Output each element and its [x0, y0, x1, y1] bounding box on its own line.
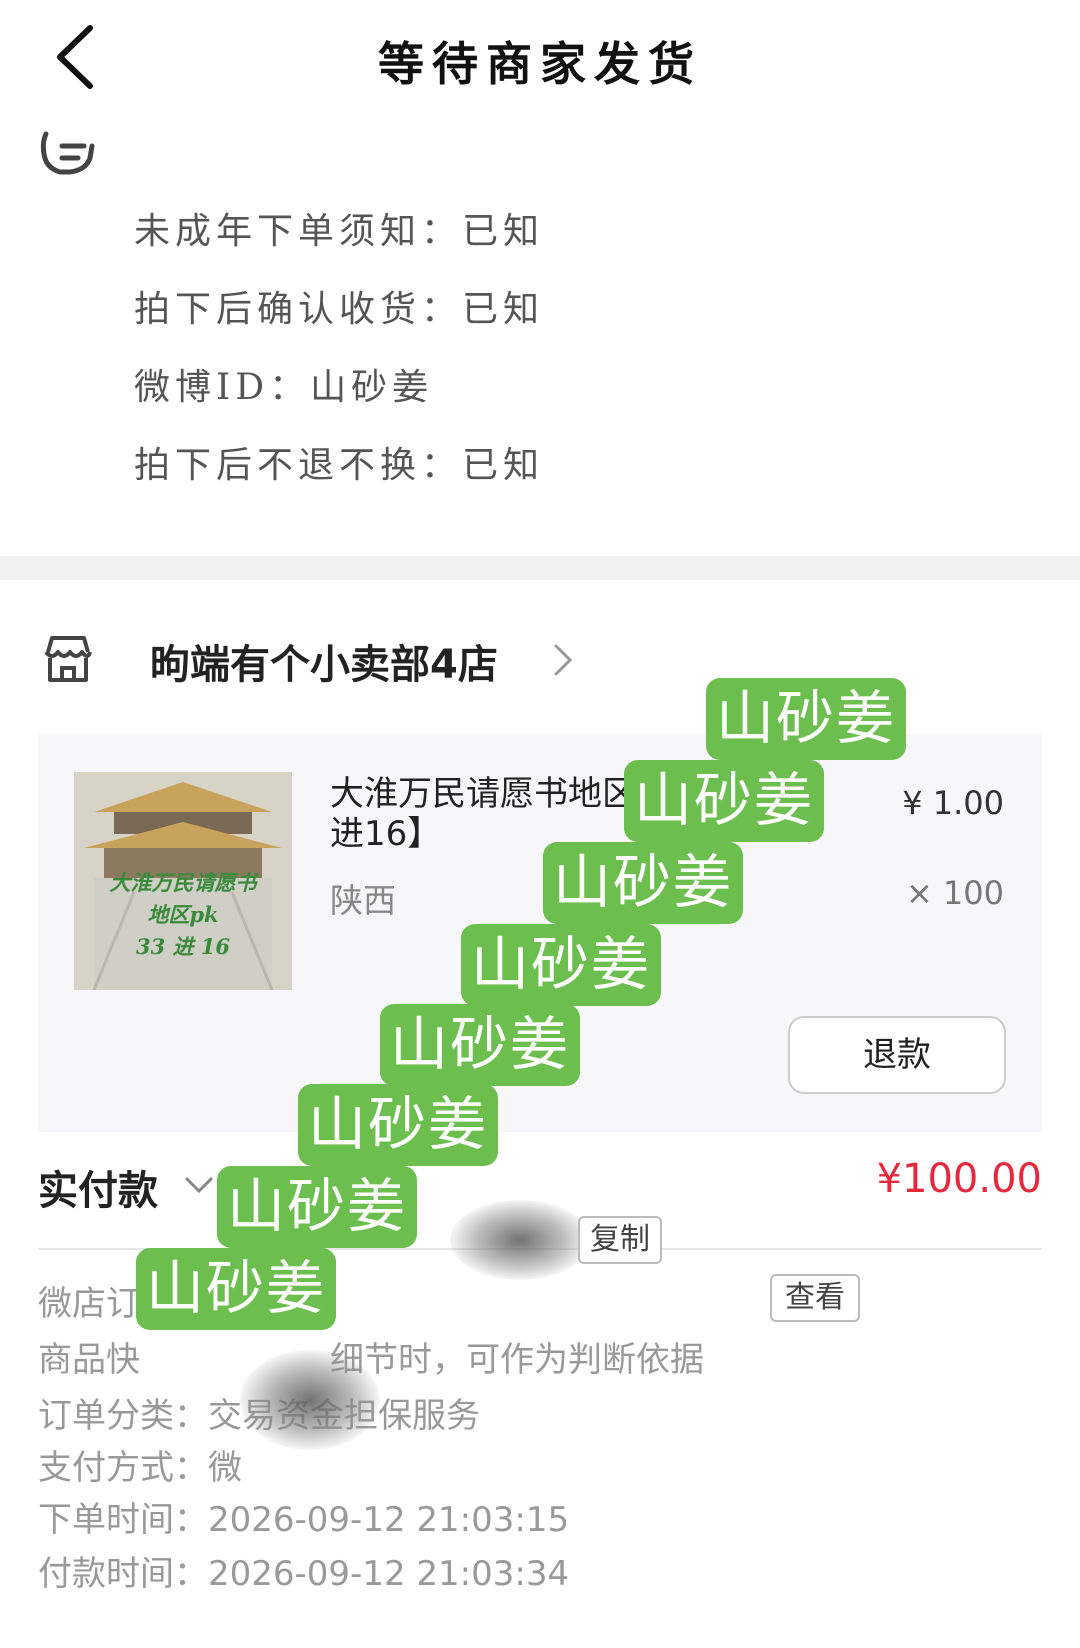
- pay-time-value: 2026-09-12 21:03:34: [208, 1554, 570, 1594]
- paid-label: 实付款: [38, 1168, 158, 1214]
- thumb-text-line1: 大淮万民请愿书: [110, 870, 261, 895]
- pay-time-label: 付款时间：: [38, 1554, 208, 1594]
- payment-method-row: 支付方式：微: [38, 1440, 242, 1489]
- top-bar: 等待商家发货: [0, 0, 1080, 120]
- snapshot-row: 商品快 细节时，可作为判断依据: [38, 1332, 704, 1381]
- order-time-value: 2026-09-12 21:03:15: [208, 1500, 570, 1540]
- product-unit-price: ¥ 1.00: [902, 784, 1004, 822]
- watermark-tag: 山砂姜: [217, 1166, 418, 1248]
- thumb-text-line3: 33 进 16: [136, 934, 230, 959]
- watermark-tag: 山砂姜: [461, 924, 662, 1006]
- buyer-notes-card: 未成年下单须知：已知 拍下后确认收货：已知 微博ID：山砂姜 拍下后不退不换：已…: [0, 120, 1080, 556]
- watermark-tag: 山砂姜: [298, 1084, 499, 1166]
- payment-method-value: 微: [208, 1448, 242, 1488]
- note-confirm-receipt: 拍下后确认收货：已知: [134, 289, 545, 330]
- chevron-down-icon[interactable]: [184, 1175, 214, 1195]
- order-time-row: 下单时间：2026-09-12 21:03:15: [38, 1492, 569, 1541]
- palace-illustration: 大淮万民请愿书 地区pk 33 进 16: [74, 772, 292, 990]
- note-weibo-id: 微博ID：山砂姜: [134, 367, 434, 408]
- snapshot-label: 商品快: [38, 1340, 140, 1380]
- message-note-icon: [40, 131, 95, 175]
- watermark-tag: 山砂姜: [543, 842, 744, 924]
- chevron-right-icon[interactable]: [552, 642, 574, 678]
- product-quantity: × 100: [905, 874, 1004, 912]
- page-title: 等待商家发货: [378, 37, 702, 91]
- payment-method-label: 支付方式：: [38, 1448, 208, 1488]
- watermark-tag: 山砂姜: [706, 678, 907, 760]
- snapshot-text: 细节时，可作为判断依据: [330, 1340, 704, 1380]
- shop-order-card: 昫端有个小卖部4店 大淮万民请愿书 地区pk 33 进 16 大淮万民请愿书地区…: [0, 580, 1080, 1648]
- order-detail-page: 等待商家发货 未成年下单须知：已知 拍下后确认收货：已知 微博ID：山砂姜 拍下…: [0, 0, 1080, 1648]
- store-icon: [44, 636, 92, 682]
- view-snapshot-button[interactable]: 查看: [770, 1274, 860, 1322]
- watermark-tag: 山砂姜: [624, 760, 825, 842]
- note-minor-purchase: 未成年下单须知：已知: [134, 211, 545, 252]
- order-time-label: 下单时间：: [38, 1500, 208, 1540]
- redaction-smudge: [240, 1350, 380, 1450]
- refund-button[interactable]: 退款: [788, 1016, 1006, 1094]
- copy-button[interactable]: 复制: [578, 1216, 662, 1264]
- watermark-tag: 山砂姜: [380, 1004, 581, 1086]
- shop-name[interactable]: 昫端有个小卖部4店: [150, 632, 498, 690]
- redaction-smudge: [450, 1200, 590, 1280]
- watermark-tag: 山砂姜: [136, 1248, 337, 1330]
- thumb-text-line2: 地区pk: [147, 902, 218, 927]
- product-thumbnail: 大淮万民请愿书 地区pk 33 进 16: [74, 772, 292, 990]
- order-category-label: 订单分类：: [38, 1396, 208, 1436]
- paid-amount: ¥100.00: [876, 1156, 1042, 1202]
- note-no-return: 拍下后不退不换：已知: [134, 445, 545, 486]
- product-spec: 陕西: [330, 881, 396, 920]
- pay-time-row: 付款时间：2026-09-12 21:03:34: [38, 1546, 569, 1595]
